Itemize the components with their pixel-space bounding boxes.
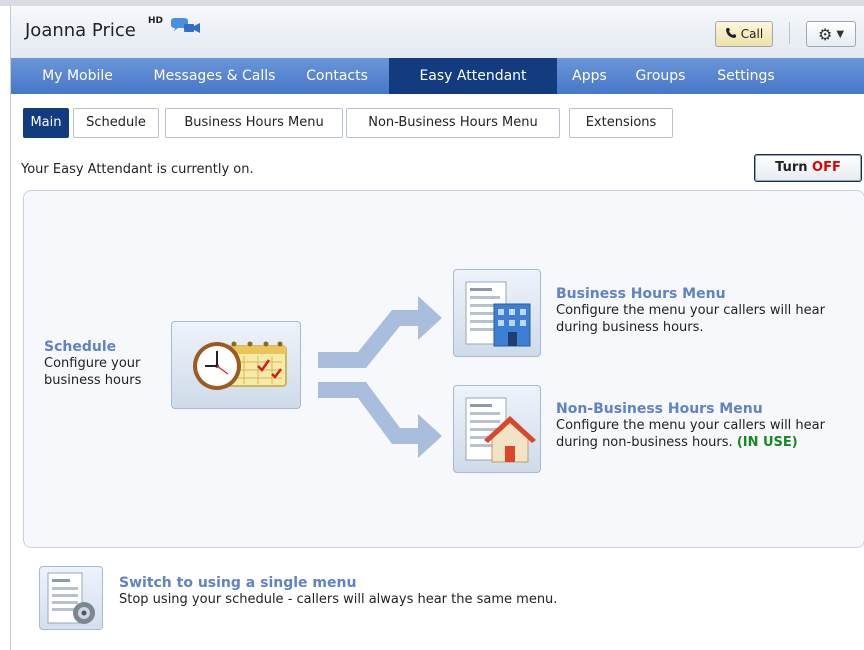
call-label: Call [740,27,764,41]
tab-main[interactable]: Main [23,108,69,138]
non-business-hours-section: Non-Business Hours Menu Configure the me… [556,401,856,451]
chevron-down-icon: ▼ [836,28,845,40]
schedule-link[interactable]: Schedule [44,339,174,355]
phone-icon [725,27,737,42]
business-hours-desc-line2: during business hours. [556,320,704,335]
business-hours-desc-line1: Configure the menu your callers will hea… [556,303,825,318]
business-hours-link[interactable]: Business Hours Menu [556,286,851,302]
non-business-hours-desc-text: during non-business hours. [556,435,733,450]
turn-off-button[interactable]: Turn OFF [754,154,862,182]
business-hours-menu-button[interactable] [453,269,541,357]
header-bar: Joanna Price HD Call ⚙ ▼ [11,6,864,58]
hd-badge: HD [148,16,164,26]
attendant-status: Your Easy Attendant is currently on. [21,162,254,177]
schedule-desc-line1: Configure your [44,356,141,371]
settings-menu-button[interactable]: ⚙ ▼ [806,21,856,47]
video-chat-icon[interactable] [169,18,201,36]
business-hours-section: Business Hours Menu Configure the menu y… [556,286,851,336]
off-label: OFF [812,160,841,175]
nav-groups[interactable]: Groups [622,58,699,94]
non-business-hours-link[interactable]: Non-Business Hours Menu [556,401,856,417]
non-business-hours-desc-line2: during non-business hours. (IN USE) [556,434,856,451]
schedule-section: Schedule Configure your business hours [44,339,174,389]
non-business-hours-desc-line1: Configure the menu your callers will hea… [556,418,825,433]
nav-messages-calls[interactable]: Messages & Calls [144,58,285,94]
single-menu-desc: Stop using your schedule - callers will … [119,592,558,607]
single-menu-section: Switch to using a single menu Stop using… [119,575,639,608]
house-icon [454,397,540,475]
single-menu-icon [40,572,102,632]
app-window: Joanna Price HD Call ⚙ ▼ My Mobile Messa… [10,6,864,650]
nav-apps[interactable]: Apps [557,58,622,94]
non-business-hours-menu-button[interactable] [453,385,541,473]
branch-arrows [318,296,442,458]
user-name: Joanna Price [25,20,136,41]
nav-contacts[interactable]: Contacts [285,58,389,94]
header-divider [789,22,790,44]
office-building-icon [454,281,540,359]
tab-business-hours-menu[interactable]: Business Hours Menu [165,108,343,138]
gear-icon: ⚙ [817,24,833,44]
clock-calendar-icon [172,341,300,411]
attendant-panel: Schedule Configure your business hours B… [23,190,864,548]
main-nav: My Mobile Messages & Calls Contacts Easy… [11,58,864,94]
schedule-desc-line2: business hours [44,373,142,388]
schedule-button[interactable] [171,321,301,409]
single-menu-button[interactable] [39,566,103,630]
nav-settings[interactable]: Settings [699,58,793,94]
nav-my-mobile[interactable]: My Mobile [11,58,144,94]
nav-easy-attendant[interactable]: Easy Attendant [389,58,557,94]
tab-non-business-hours-menu[interactable]: Non-Business Hours Menu [346,108,560,138]
tab-extensions[interactable]: Extensions [569,108,673,138]
in-use-badge: (IN USE) [736,435,798,450]
tab-schedule[interactable]: Schedule [73,108,159,138]
single-menu-link[interactable]: Switch to using a single menu [119,575,639,591]
turn-label: Turn [775,160,808,175]
call-button[interactable]: Call [715,21,773,47]
